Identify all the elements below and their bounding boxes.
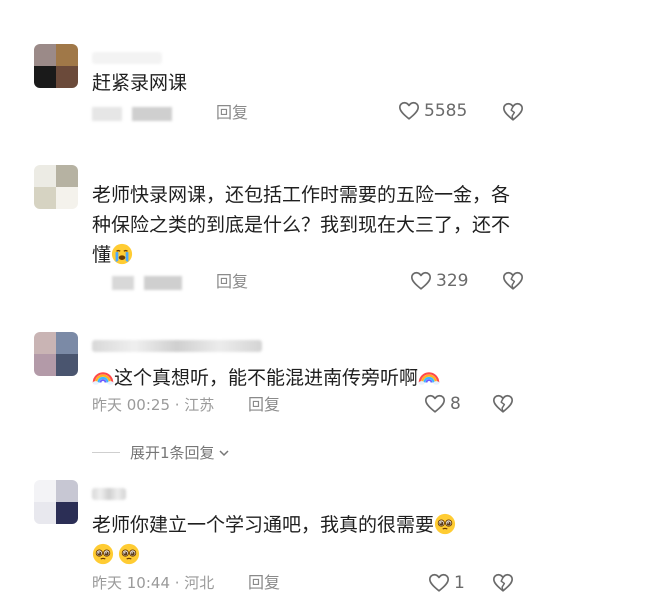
broken-heart-icon[interactable]	[502, 101, 524, 123]
like-count: 329	[436, 271, 469, 291]
comment-text: 老师你建立一个学习通吧，我真的很需要	[92, 510, 512, 570]
reply-button[interactable]: 回复	[248, 395, 280, 415]
username[interactable]	[92, 52, 162, 64]
comment-meta: 昨天 00:25 · 江苏	[92, 396, 215, 414]
avatar[interactable]	[34, 165, 78, 209]
comment-meta	[112, 272, 192, 292]
comment-text: 这个真想听，能不能混进南传旁听啊	[92, 363, 440, 393]
rainbow-emoji	[418, 366, 440, 388]
reply-button[interactable]: 回复	[216, 272, 248, 292]
pleading-face-emoji	[434, 513, 456, 535]
username[interactable]	[92, 340, 262, 352]
pleading-face-emoji	[92, 543, 114, 565]
reply-button[interactable]: 回复	[216, 103, 248, 123]
like-count: 1	[454, 573, 465, 593]
like-button[interactable]: 329	[410, 270, 468, 292]
chevron-down-icon	[219, 449, 229, 456]
comment-meta	[92, 103, 182, 123]
username[interactable]	[92, 488, 126, 500]
comment-text: 老师快录网课，还包括工作时需要的五险一金，各种保险之类的到底是什么？我到现在大三…	[92, 184, 511, 266]
broken-heart-icon[interactable]	[492, 572, 514, 594]
crying-face-emoji	[111, 243, 133, 265]
like-button[interactable]: 5585	[398, 100, 467, 122]
pleading-face-emoji	[118, 543, 140, 565]
like-button[interactable]: 1	[428, 572, 465, 594]
avatar[interactable]	[34, 480, 78, 524]
comment-meta: 昨天 10:44 · 河北	[92, 574, 215, 592]
rainbow-emoji	[92, 366, 114, 388]
heart-outline-icon	[424, 393, 446, 415]
broken-heart-icon[interactable]	[502, 270, 524, 292]
heart-outline-icon	[428, 572, 450, 594]
avatar[interactable]	[34, 332, 78, 376]
divider	[92, 452, 120, 453]
avatar[interactable]	[34, 44, 78, 88]
like-count: 8	[450, 394, 461, 414]
heart-outline-icon	[410, 270, 432, 292]
broken-heart-icon[interactable]	[492, 393, 514, 415]
heart-outline-icon	[398, 100, 420, 122]
expand-label: 展开1条回复	[130, 444, 215, 462]
reply-button[interactable]: 回复	[248, 573, 280, 593]
like-count: 5585	[424, 101, 468, 121]
expand-replies-button[interactable]: 展开1条回复	[92, 442, 231, 463]
like-button[interactable]: 8	[424, 393, 461, 415]
comment-text: 赶紧录网课	[92, 72, 188, 94]
